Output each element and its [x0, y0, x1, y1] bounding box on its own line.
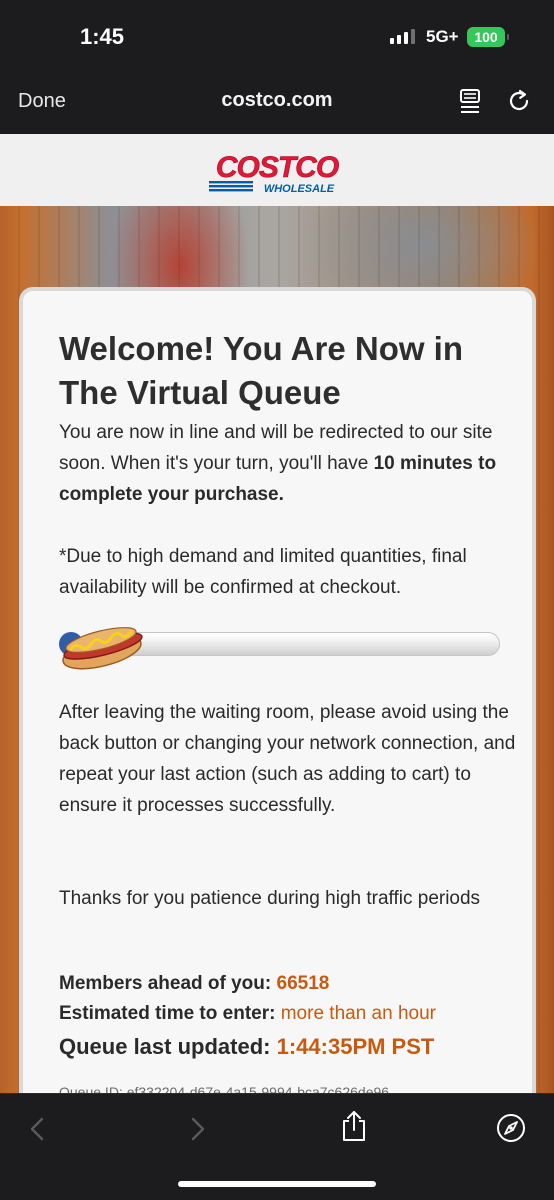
leaving-notice: After leaving the waiting room, please a…	[59, 702, 516, 816]
queue-last-updated: Queue last updated: 1:44:35PM PST	[59, 1034, 434, 1060]
availability-disclaimer: *Due to high demand and limited quantiti…	[59, 546, 467, 598]
estimated-time-label: Estimated time to enter:	[59, 1003, 276, 1024]
queue-card: Welcome! You Are Now in The Virtual Queu…	[19, 287, 536, 1137]
cellular-signal-icon	[390, 28, 415, 44]
estimated-time-value: more than an hour	[280, 1003, 436, 1024]
estimated-time: Estimated time to enter: more than an ho…	[59, 1003, 436, 1025]
thanks-text: Thanks for you patience during high traf…	[59, 888, 481, 909]
compass-icon[interactable]	[496, 1113, 526, 1143]
progress-track	[97, 632, 500, 656]
home-indicator	[178, 1181, 376, 1187]
bottom-toolbar	[0, 1093, 554, 1200]
reload-icon[interactable]	[506, 88, 532, 114]
hotdog-icon	[62, 627, 143, 670]
browser-toolbar: Done costco.com	[0, 72, 554, 134]
queue-progress-bar	[59, 618, 500, 678]
status-bar: 1:45 5G+ 100	[0, 0, 554, 72]
members-ahead-value: 66518	[276, 973, 330, 994]
svg-text:WHOLESALE: WHOLESALE	[264, 183, 335, 194]
members-ahead: Members ahead of you: 66518	[59, 973, 329, 995]
share-icon[interactable]	[339, 1110, 369, 1142]
members-ahead-label: Members ahead of you:	[59, 973, 272, 994]
battery-icon: 100	[467, 27, 509, 47]
done-button[interactable]: Done	[18, 90, 66, 113]
status-time: 1:45	[80, 24, 125, 49]
network-type: 5G+	[426, 27, 459, 46]
back-icon[interactable]	[27, 1116, 49, 1142]
reader-mode-icon[interactable]	[459, 88, 481, 114]
url-label[interactable]: costco.com	[221, 89, 332, 111]
intro-text: You are now in line and will be redirect…	[59, 417, 519, 510]
queue-last-updated-value: 1:44:35PM PST	[276, 1034, 435, 1059]
queue-last-updated-label: Queue last updated:	[59, 1034, 271, 1059]
svg-text:COSTCO: COSTCO	[216, 151, 339, 184]
forward-icon[interactable]	[186, 1116, 208, 1142]
costco-logo[interactable]: COSTCO WHOLESALE	[207, 148, 347, 194]
site-header: COSTCO WHOLESALE	[0, 134, 554, 206]
page-title: Welcome! You Are Now in The Virtual Queu…	[59, 330, 464, 411]
